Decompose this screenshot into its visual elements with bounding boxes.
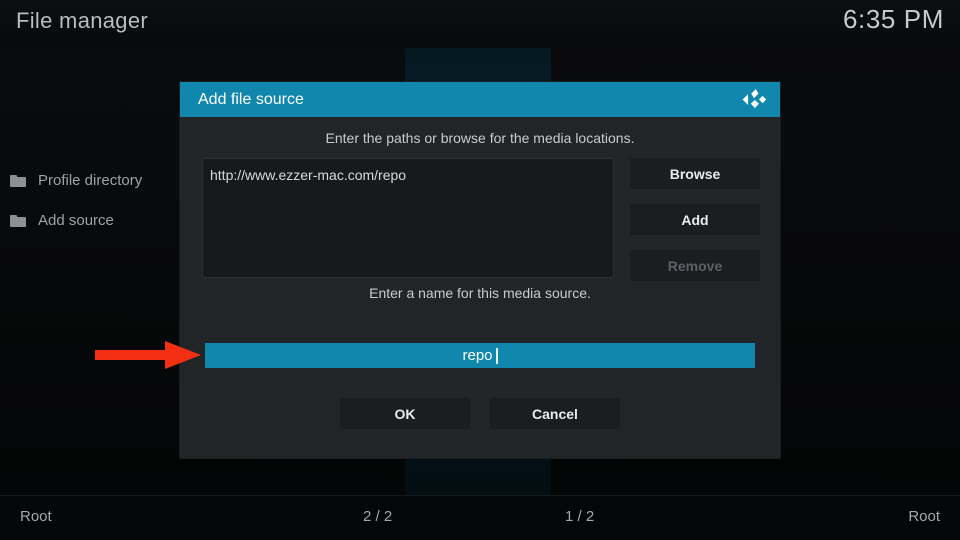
red-arrow-right-icon [95,341,201,369]
folder-icon [10,174,26,187]
dialog-footer: OK Cancel [180,398,780,429]
source-name-value: repo [462,347,493,364]
status-right-path: Root [908,508,940,525]
paths-row: http://www.ezzer-mac.com/repo Browse Add… [180,158,780,281]
browse-button[interactable]: Browse [630,158,760,189]
add-button[interactable]: Add [630,204,760,235]
clock: 6:35 PM [842,4,944,34]
kodi-file-manager-screen: File manager 6:35 PM Profile directory A… [0,0,960,540]
paths-action-buttons: Browse Add Remove [630,158,760,296]
paths-hint: Enter the paths or browse for the media … [325,130,635,146]
path-list-item[interactable]: http://www.ezzer-mac.com/repo [203,159,613,183]
dialog-title: Add file source [198,90,304,108]
paths-list[interactable]: http://www.ezzer-mac.com/repo [202,158,614,278]
statusbar: Root 2 / 2 1 / 2 Root [0,495,960,540]
remove-button: Remove [630,250,760,281]
sidebar-item-add-source[interactable]: Add source [0,200,200,240]
cancel-button[interactable]: Cancel [490,398,620,429]
status-left-path: Root [20,508,52,525]
sidebar-item-profile-directory[interactable]: Profile directory [0,160,200,200]
text-caret [495,347,498,364]
status-right-count: 1 / 2 [565,508,595,525]
dialog-header: Add file source [180,82,780,117]
page-title: File manager [16,8,148,33]
kodi-logo-icon [742,89,767,109]
folder-icon [10,214,26,227]
status-left-count: 2 / 2 [363,508,393,525]
file-list: Profile directory Add source [0,160,200,240]
sidebar-item-label: Profile directory [38,171,143,189]
source-name-input[interactable]: repo [205,343,755,368]
add-file-source-dialog: Add file source Enter the paths or brows… [180,82,780,458]
sidebar-item-label: Add source [38,211,114,229]
ok-button[interactable]: OK [340,398,470,429]
